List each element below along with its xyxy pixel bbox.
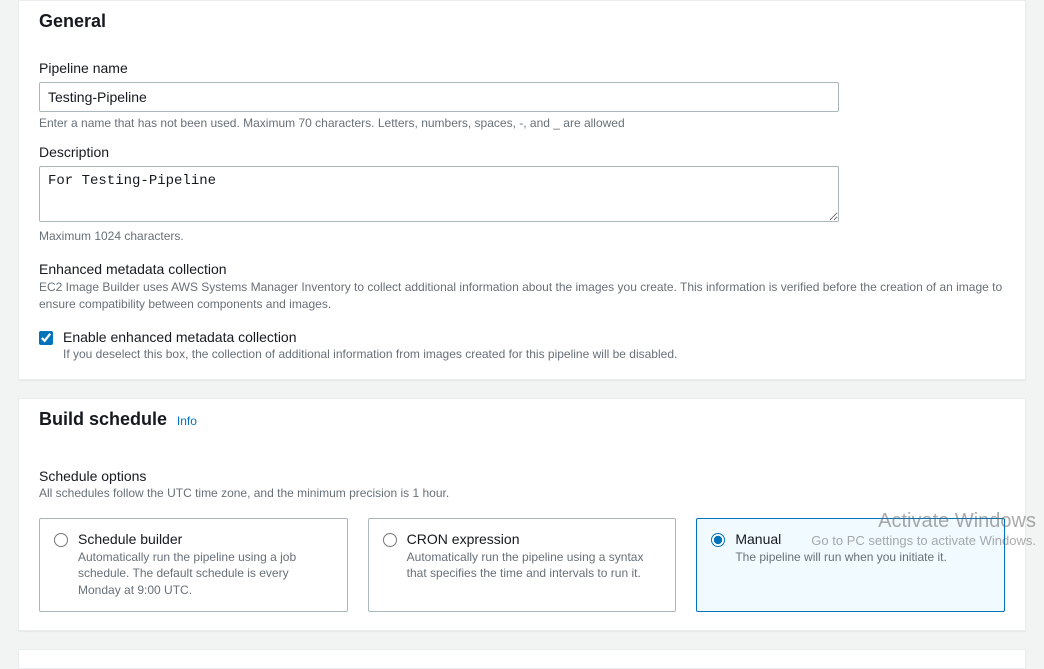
build-schedule-body: Schedule options All schedules follow th… bbox=[19, 440, 1025, 630]
option-manual[interactable]: Manual The pipeline will run when you in… bbox=[696, 518, 1005, 612]
enhanced-checkbox-label: Enable enhanced metadata collection bbox=[63, 329, 677, 345]
pipeline-name-hint: Enter a name that has not been used. Max… bbox=[39, 116, 1005, 130]
option-schedule-builder-title: Schedule builder bbox=[78, 531, 333, 547]
option-manual-radio[interactable] bbox=[711, 533, 725, 547]
option-manual-title: Manual bbox=[735, 531, 946, 547]
schedule-options-row: Schedule builder Automatically run the p… bbox=[39, 518, 1005, 612]
option-cron[interactable]: CRON expression Automatically run the pi… bbox=[368, 518, 677, 612]
description-hint: Maximum 1024 characters. bbox=[39, 229, 1005, 243]
build-schedule-header: Build schedule Info bbox=[19, 399, 1025, 440]
option-manual-desc: The pipeline will run when you initiate … bbox=[735, 549, 946, 566]
enhanced-title: Enhanced metadata collection bbox=[39, 261, 1005, 277]
option-schedule-builder[interactable]: Schedule builder Automatically run the p… bbox=[39, 518, 348, 612]
info-link[interactable]: Info bbox=[177, 414, 197, 428]
pipeline-name-field: Pipeline name Enter a name that has not … bbox=[39, 60, 1005, 130]
option-cron-text: CRON expression Automatically run the pi… bbox=[407, 531, 662, 583]
build-schedule-panel: Build schedule Info Schedule options All… bbox=[18, 398, 1026, 631]
description-label: Description bbox=[39, 144, 1005, 160]
build-schedule-heading: Build schedule bbox=[39, 409, 167, 430]
pipeline-name-label: Pipeline name bbox=[39, 60, 1005, 76]
next-panel bbox=[18, 649, 1026, 669]
general-panel: General Pipeline name Enter a name that … bbox=[18, 0, 1026, 380]
enhanced-checkbox-text: Enable enhanced metadata collection If y… bbox=[63, 329, 677, 361]
general-heading: General bbox=[39, 11, 106, 32]
option-cron-title: CRON expression bbox=[407, 531, 662, 547]
enhanced-checkbox-row: Enable enhanced metadata collection If y… bbox=[39, 329, 1005, 361]
enhanced-checkbox[interactable] bbox=[39, 331, 53, 345]
pipeline-name-input[interactable] bbox=[39, 82, 839, 112]
option-schedule-builder-text: Schedule builder Automatically run the p… bbox=[78, 531, 333, 599]
schedule-options-hint: All schedules follow the UTC time zone, … bbox=[39, 486, 1005, 500]
option-schedule-builder-radio[interactable] bbox=[54, 533, 68, 547]
description-field: Description Maximum 1024 characters. bbox=[39, 144, 1005, 243]
general-body: Pipeline name Enter a name that has not … bbox=[19, 42, 1025, 379]
option-cron-radio[interactable] bbox=[383, 533, 397, 547]
option-manual-text: Manual The pipeline will run when you in… bbox=[735, 531, 946, 566]
description-textarea[interactable] bbox=[39, 166, 839, 222]
enhanced-checkbox-sub: If you deselect this box, the collection… bbox=[63, 347, 677, 361]
general-header: General bbox=[19, 1, 1025, 42]
schedule-options-label: Schedule options bbox=[39, 468, 1005, 484]
option-schedule-builder-desc: Automatically run the pipeline using a j… bbox=[78, 549, 333, 599]
enhanced-desc: EC2 Image Builder uses AWS Systems Manag… bbox=[39, 279, 1005, 313]
